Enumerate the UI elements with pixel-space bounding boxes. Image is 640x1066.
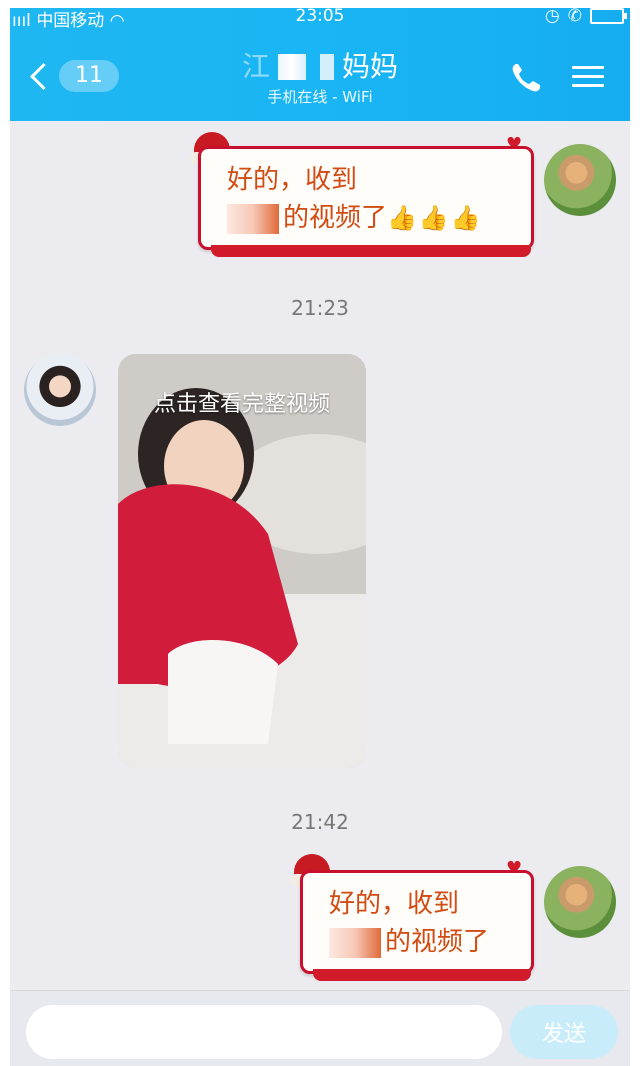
timestamp: 21:42 — [291, 810, 349, 834]
chat-screen: ıııl 中国移动 ◠ 23:05 ◷ ✆ 11 江 妈妈 手机在线 - WiF… — [10, 8, 630, 1066]
status-time: 23:05 — [295, 8, 345, 26]
phone-call-icon[interactable] — [508, 60, 544, 96]
bubble-ribbon — [313, 969, 531, 981]
censor-mosaic — [278, 54, 306, 80]
timestamp: 21:23 — [291, 296, 349, 320]
censor-mosaic — [227, 203, 279, 234]
video-message[interactable]: 点击查看完整视频 — [118, 354, 366, 768]
bubble-ribbon — [211, 245, 531, 257]
thumbs-up-emoji: 👍👍👍 — [387, 204, 483, 232]
alarm-icon: ◷ — [544, 8, 560, 26]
censor-mosaic — [320, 54, 334, 80]
message-input[interactable] — [26, 1005, 502, 1059]
contact-name: 江 妈妈 — [241, 50, 399, 83]
message-bubble[interactable]: 好的，收到 的视频了👍👍👍 — [198, 146, 534, 257]
status-bar: ıııl 中国移动 ◠ 23:05 ◷ ✆ — [10, 8, 630, 31]
input-bar: 发送 — [10, 990, 630, 1066]
chat-header: ıııl 中国移动 ◠ 23:05 ◷ ✆ 11 江 妈妈 手机在线 - WiF… — [10, 8, 630, 121]
battery-icon — [590, 8, 627, 24]
censor-mosaic — [329, 927, 381, 958]
hd-call-icon: ✆ — [567, 8, 582, 26]
avatar[interactable] — [544, 144, 616, 216]
message-bubble[interactable]: 好的，收到 的视频了 — [300, 870, 534, 981]
status-icons: ◷ ✆ — [544, 8, 627, 26]
menu-icon[interactable] — [572, 60, 608, 96]
send-button[interactable]: 发送 — [510, 1005, 618, 1059]
avatar[interactable] — [24, 354, 96, 426]
message-text: 好的，收到 的视频了👍👍👍 — [227, 165, 483, 234]
video-label: 点击查看完整视频 — [153, 392, 330, 417]
message-text: 好的，收到 的视频了 — [329, 889, 490, 958]
avatar[interactable] — [544, 866, 616, 938]
